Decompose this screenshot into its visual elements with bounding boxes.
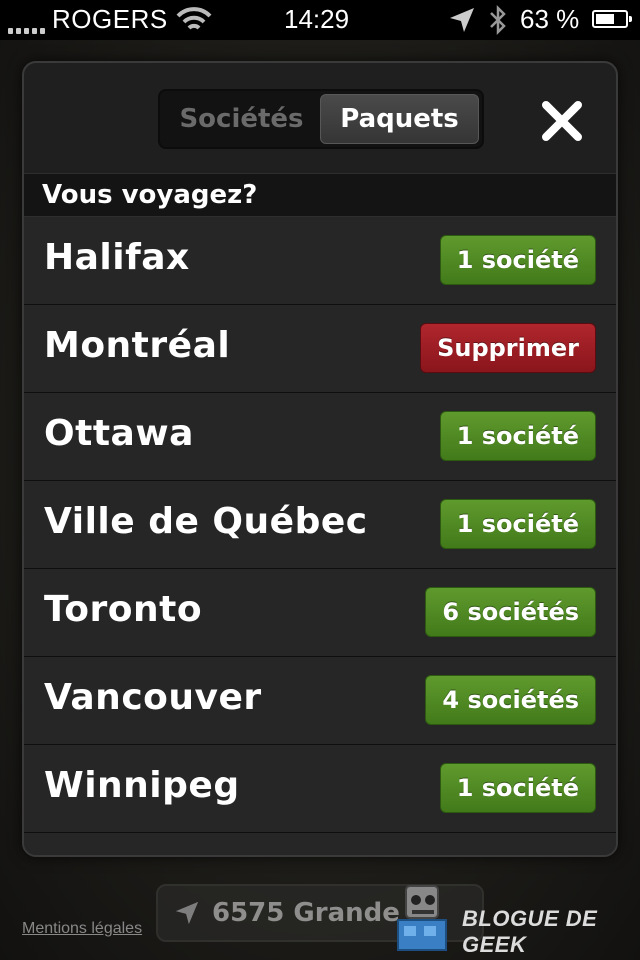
- close-icon[interactable]: [538, 97, 586, 145]
- carrier-name: ROGERS: [52, 4, 168, 34]
- section-header: Vous voyagez?: [24, 173, 616, 217]
- location-arrow-icon: [450, 8, 474, 32]
- address-text: 6575 Grande: [212, 898, 400, 928]
- list-item-quebec[interactable]: Ville de Québec 1 société: [24, 481, 616, 569]
- destinations-panel: Sociétés Paquets Vous voyagez? Halifax 1…: [22, 61, 618, 857]
- companies-count-badge[interactable]: 6 sociétés: [425, 587, 596, 637]
- list-item-vancouver[interactable]: Vancouver 4 sociétés: [24, 657, 616, 745]
- delete-button[interactable]: Supprimer: [420, 323, 596, 373]
- battery-percent: 63 %: [520, 4, 580, 34]
- city-name: Winnipeg: [44, 765, 240, 806]
- city-name: Vancouver: [44, 677, 262, 718]
- companies-count-badge[interactable]: 1 société: [439, 499, 596, 549]
- watermark-logo: BLOGUE DE GEEK: [384, 876, 640, 960]
- list-item-toronto[interactable]: Toronto 6 sociétés: [24, 569, 616, 657]
- city-name: Montréal: [44, 325, 231, 366]
- list-item-ottawa[interactable]: Ottawa 1 société: [24, 393, 616, 481]
- battery-icon: [592, 10, 632, 28]
- list-item-montreal[interactable]: Montréal Supprimer: [24, 305, 616, 393]
- segmented-control: Sociétés Paquets: [158, 89, 484, 149]
- city-name: Ville de Québec: [44, 501, 368, 542]
- list-item-halifax[interactable]: Halifax 1 société: [24, 217, 616, 305]
- destinations-list: Halifax 1 société Montréal Supprimer Ott…: [24, 217, 616, 855]
- signal-icon: [8, 24, 48, 34]
- location-arrow-icon: [175, 901, 199, 925]
- companies-count-badge[interactable]: 1 société: [439, 235, 596, 285]
- clock: 14:29: [284, 4, 350, 34]
- geek-robot-icon: [397, 885, 447, 951]
- wifi-icon: [176, 7, 212, 30]
- bluetooth-icon: [490, 4, 506, 36]
- city-name: Toronto: [44, 589, 203, 630]
- city-name: Halifax: [44, 237, 190, 278]
- list-footer-spacer: [24, 833, 616, 855]
- status-bar: ROGERS 14:29 63 %: [0, 0, 640, 40]
- companies-count-badge[interactable]: 1 société: [439, 411, 596, 461]
- section-title: Vous voyagez?: [42, 180, 258, 210]
- companies-count-badge[interactable]: 1 société: [439, 763, 596, 813]
- battery-fill: [596, 14, 614, 24]
- list-item-winnipeg[interactable]: Winnipeg 1 société: [24, 745, 616, 833]
- tab-paquets[interactable]: Paquets: [320, 94, 479, 144]
- legal-notice-link[interactable]: Mentions légales: [22, 920, 142, 938]
- tab-societes[interactable]: Sociétés: [163, 94, 320, 144]
- watermark-text: BLOGUE DE GEEK: [462, 906, 598, 957]
- companies-count-badge[interactable]: 4 sociétés: [425, 675, 596, 725]
- city-name: Ottawa: [44, 413, 194, 454]
